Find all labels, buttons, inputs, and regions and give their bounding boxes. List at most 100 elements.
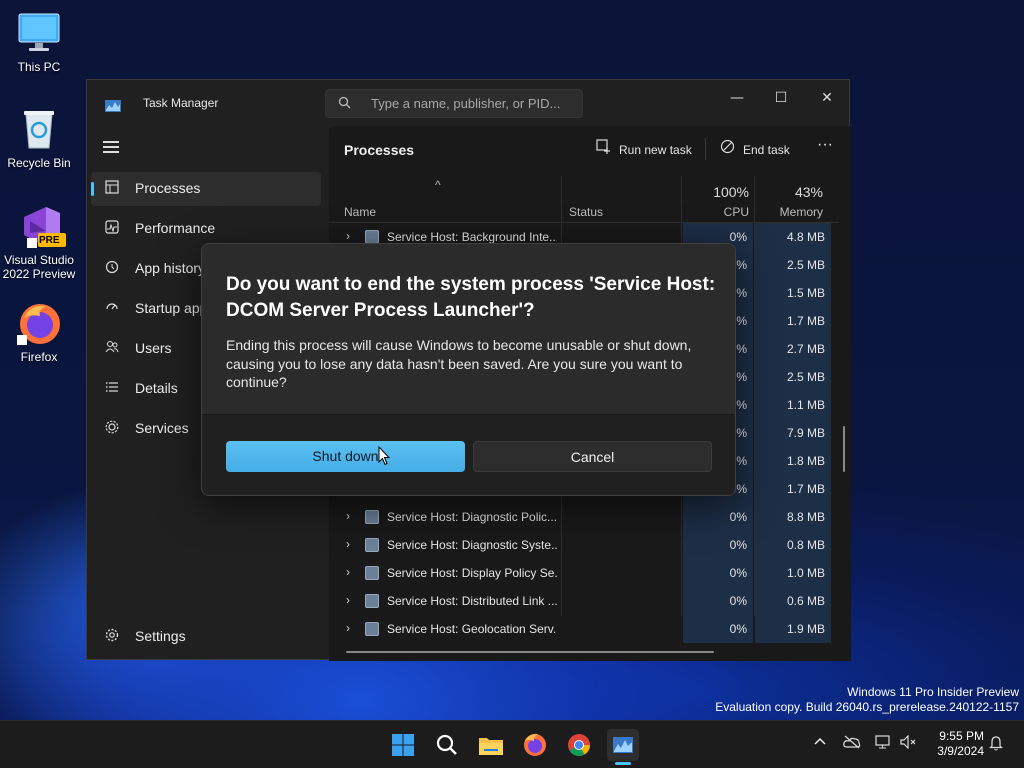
firefox-icon[interactable] [519,729,551,761]
desktop-icon-recycle-bin[interactable]: Recycle Bin [0,106,78,170]
process-name: Service Host: Diagnostic Polic... [387,510,557,524]
process-name: Service Host: Geolocation Serv... [387,622,557,636]
chevron-right-icon[interactable]: › [346,621,356,635]
process-name: Service Host: Background Inte... [387,230,557,244]
hamburger-menu-icon[interactable] [103,141,119,153]
memory-cell: 1.8 MB [755,447,831,475]
memory-value: 1.1 MB [786,398,825,412]
evaluation-watermark: Windows 11 Pro Insider Preview Evaluatio… [715,685,1019,715]
title-bar[interactable]: Task Manager Type a name, publisher, or … [87,80,849,126]
table-row[interactable]: › Service Host: Distributed Link ... 0% 0.6… [329,587,831,615]
memory-value: 1.7 MB [786,314,825,328]
sidebar-item-label: Processes [135,180,201,196]
active-app-indicator [615,762,631,765]
cpu-value: 0% [729,622,747,636]
column-header-memory[interactable]: Memory [759,205,823,219]
onedrive-offline-icon[interactable] [843,735,861,753]
table-row[interactable]: › Service Host: Geolocation Serv... 0% 1.9 … [329,615,831,643]
task-manager-icon[interactable] [607,729,639,761]
horizontal-scrollbar[interactable] [346,651,714,653]
table-row[interactable]: › Service Host: Diagnostic Syste... 0% 0.8 … [329,531,831,559]
toolbar-divider [705,138,706,160]
vertical-scrollbar[interactable] [843,426,845,472]
app-history-icon [104,260,120,276]
page-title: Processes [344,142,415,158]
memory-cell: 0.8 MB [755,531,831,559]
search-icon[interactable] [431,729,463,761]
network-icon[interactable] [875,735,893,753]
process-name: Service Host: Display Policy Se... [387,566,557,580]
maximize-button[interactable]: ☐ [759,84,803,112]
sidebar-item-processes[interactable]: Processes [91,172,321,206]
watermark-line-2: Evaluation copy. Build 26040.rs_prerelea… [715,700,1019,714]
desktop-icon-this-pc[interactable]: This PC [0,10,78,74]
start-icon[interactable] [387,729,419,761]
desktop-icon-label: Visual Studio 2022 Preview [2,253,76,281]
cpu-cell: 0% [683,559,753,587]
chevron-right-icon[interactable]: › [346,565,356,579]
close-button[interactable]: ✕ [805,84,849,112]
sidebar-item-performance[interactable]: Performance [91,212,321,246]
desktop-icon-label: Recycle Bin [7,156,71,170]
gear-icon [104,628,120,644]
watermark-line-1: Windows 11 Pro Insider Preview [847,685,1019,699]
memory-cell: 1.7 MB [755,475,831,503]
mouse-cursor-icon [378,445,391,466]
process-icon [365,566,379,580]
memory-cell: 1.1 MB [755,391,831,419]
cancel-button[interactable]: Cancel [473,441,712,472]
users-icon [104,340,120,356]
memory-cell: 1.7 MB [755,307,831,335]
memory-cell: 7.9 MB [755,419,831,447]
shut-down-button[interactable]: Shut down [226,441,465,472]
memory-cell: 1.0 MB [755,559,831,587]
run-new-task-button[interactable]: Run new task [595,139,692,161]
file-explorer-icon[interactable] [475,729,507,761]
sidebar-item-label: Performance [135,220,216,236]
table-row[interactable]: › Service Host: Display Policy Se... 0% 1.0… [329,559,831,587]
cpu-cell: 0% [683,615,753,643]
process-icon [365,510,379,524]
chevron-up-icon[interactable] [813,735,827,753]
visual-studio-icon: PRE [16,203,66,249]
end-task-icon [719,139,735,157]
volume-muted-icon[interactable] [900,734,918,753]
clock-date: 3/9/2024 [937,744,984,758]
startup-icon [104,300,120,316]
monitor-icon [16,10,62,56]
dialog-footer: Shut down Cancel [202,414,735,495]
more-options-button[interactable]: ··· [817,136,833,158]
memory-value: 2.5 MB [786,370,825,384]
memory-value: 0.8 MB [786,538,825,552]
firefox-icon [16,300,62,346]
memory-cell: 2.5 MB [755,363,831,391]
chevron-right-icon[interactable]: › [346,593,356,607]
end-task-button[interactable]: End task [719,139,790,161]
system-clock[interactable]: 9:55 PM 3/9/2024 [922,729,984,759]
memory-value: 1.7 MB [786,482,825,496]
column-header-status[interactable]: Status [569,205,603,219]
minimize-button[interactable]: — [715,84,759,112]
process-name: Service Host: Diagnostic Syste... [387,538,557,552]
chevron-right-icon[interactable]: › [346,229,356,243]
desktop-icon-label: This PC [17,60,61,74]
notification-bell-icon[interactable] [989,735,1003,755]
dialog-title: Do you want to end the system process 'S… [226,274,716,321]
process-name: Service Host: Distributed Link ... [387,594,557,608]
end-process-dialog: Do you want to end the system process 'S… [201,243,736,496]
desktop-icon-firefox[interactable]: Firefox [0,300,78,364]
end-task-label: End task [743,143,790,157]
memory-value: 2.5 MB [786,258,825,272]
column-header-name[interactable]: Name [344,205,376,219]
sidebar-item-label: Users [135,340,172,356]
memory-value: 7.9 MB [786,426,825,440]
column-header-cpu[interactable]: CPU [689,205,749,219]
search-input[interactable]: Type a name, publisher, or PID... [325,89,583,118]
chevron-right-icon[interactable]: › [346,509,356,523]
chevron-right-icon[interactable]: › [346,537,356,551]
table-row[interactable]: › Service Host: Diagnostic Polic... 0% 8.8 … [329,503,831,531]
memory-value: 1.5 MB [786,286,825,300]
sidebar-item-settings[interactable]: Settings [91,620,321,654]
desktop-icon-visual-studio[interactable]: PRE Visual Studio 2022 Preview [0,203,78,281]
chrome-icon[interactable] [563,729,595,761]
